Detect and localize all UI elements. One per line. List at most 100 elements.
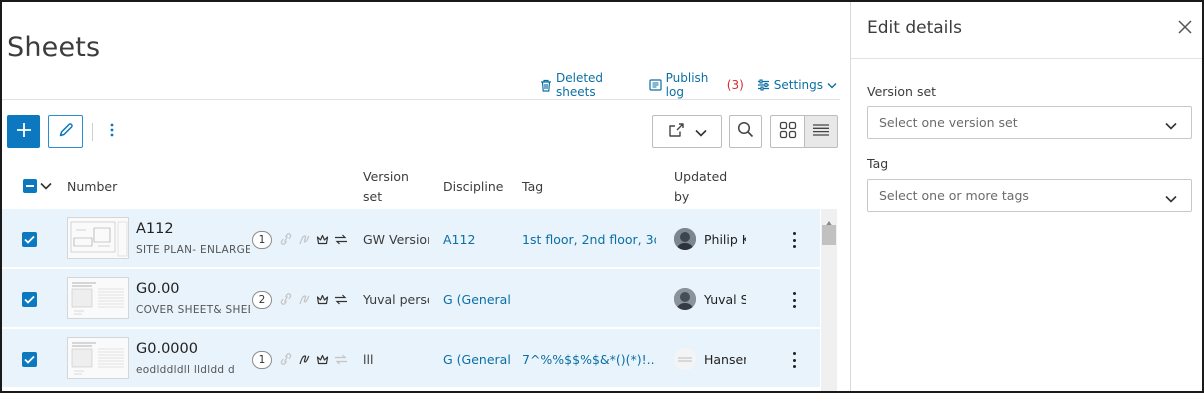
version-set-cell: lll [363, 352, 374, 367]
deleted-sheets-link[interactable]: Deleted sheets [540, 71, 636, 99]
sheet-number[interactable]: G0.0000 [136, 341, 198, 357]
sheets-table-body: A112 SITE PLAN- ENLARGED 1 GW Version Se… [2, 209, 820, 391]
row-checkbox[interactable] [22, 292, 37, 307]
settings-label: Settings [773, 78, 823, 92]
discipline-cell[interactable]: G (General) [443, 352, 511, 367]
edit-button[interactable] [48, 115, 83, 148]
export-button[interactable] [652, 115, 722, 148]
compare-icon [334, 293, 348, 308]
sliders-icon [757, 79, 770, 91]
row-menu-button[interactable] [788, 349, 800, 371]
version-set-cell: GW Version Set [363, 232, 429, 247]
compare-icon [334, 233, 348, 248]
discipline-cell[interactable]: A112 [443, 232, 511, 247]
column-header-discipline[interactable]: Discipline [443, 177, 503, 197]
version-count-badge[interactable]: 1 [252, 231, 272, 249]
publish-log-icon [649, 79, 662, 91]
markup-icon [298, 293, 311, 309]
share-icon [668, 122, 685, 142]
markup-icon [298, 233, 311, 249]
crown-icon [316, 293, 329, 308]
header-divider [2, 99, 840, 100]
sheet-number[interactable]: A112 [136, 221, 174, 237]
sheet-thumbnail[interactable] [67, 337, 129, 379]
scrollbar-thumb[interactable] [822, 225, 836, 245]
add-sheet-button[interactable] [7, 115, 40, 148]
search-button[interactable] [729, 115, 762, 148]
chevron-down-icon [827, 82, 837, 89]
deleted-sheets-label: Deleted sheets [556, 71, 604, 99]
column-header-number[interactable]: Number [67, 177, 117, 197]
crown-icon [316, 233, 329, 248]
column-header-updated-by[interactable]: Updated by [674, 167, 727, 207]
chevron-down-icon [694, 122, 707, 141]
sheet-title: eodlddldll lldldd d [136, 364, 236, 376]
chevron-down-icon [40, 178, 52, 193]
trash-icon [540, 79, 552, 92]
close-icon [1177, 20, 1193, 39]
column-header-tag[interactable]: Tag [522, 177, 543, 197]
list-view-button[interactable] [804, 115, 838, 148]
avatar [674, 228, 696, 250]
column-header-version-set-line1: Version [363, 169, 409, 184]
sheet-thumbnail[interactable] [67, 217, 129, 259]
tag-placeholder: Select one or more tags [879, 188, 1029, 203]
select-all-checkbox[interactable] [23, 179, 37, 193]
grid-icon [779, 121, 797, 143]
row-checkbox[interactable] [22, 352, 37, 367]
version-set-cell: Yuval personal [363, 292, 429, 307]
column-header-version-set-line2: set [363, 189, 383, 204]
table-scrollbar[interactable] [821, 209, 837, 391]
select-menu-chevron[interactable] [40, 178, 52, 193]
version-set-label: Version set [867, 84, 937, 99]
more-actions-button[interactable] [102, 117, 122, 147]
sheet-title: COVER SHEET& SHEET INDEX [136, 304, 250, 316]
crown-icon [316, 353, 329, 368]
row-checkbox[interactable] [22, 232, 37, 247]
avatar [674, 288, 696, 310]
table-row[interactable]: A112 SITE PLAN- ENLARGED 1 GW Version Se… [2, 209, 820, 268]
link-icon [279, 293, 293, 308]
column-header-updated-by-line2: by [674, 189, 690, 204]
table-header: Number Version set Discipline Tag Update… [2, 162, 820, 208]
column-header-version-set[interactable]: Version set [363, 167, 409, 207]
grid-view-button[interactable] [770, 115, 804, 148]
updated-by-cell: Yuval Shani [704, 292, 746, 307]
table-row[interactable]: G0.00 COVER SHEET& SHEET INDEX 2 Yuval p… [2, 269, 820, 328]
sheet-thumbnail[interactable] [67, 277, 129, 319]
chevron-down-icon [1165, 118, 1177, 133]
avatar [674, 348, 696, 370]
row-menu-button[interactable] [788, 289, 800, 311]
sheet-number[interactable]: G0.00 [136, 281, 180, 297]
app-frame: Sheets Deleted sheets Publish log (3) Se [0, 0, 1204, 393]
sheets-main: Sheets Deleted sheets Publish log (3) Se [2, 2, 850, 391]
version-set-placeholder: Select one version set [879, 115, 1018, 130]
publish-log-link[interactable]: Publish log (3) [649, 71, 744, 99]
list-icon [812, 122, 830, 141]
tag-label: Tag [867, 156, 889, 171]
publish-log-label: Publish log [665, 71, 709, 99]
search-icon [737, 121, 754, 142]
toolbar-divider [92, 123, 93, 141]
discipline-cell[interactable]: G (General) [443, 292, 511, 307]
settings-link[interactable]: Settings [757, 78, 837, 92]
table-row[interactable]: G0.0000 eodlddldll lldldd d 1 lll G (Gen… [2, 329, 820, 388]
publish-log-count: (3) [726, 78, 744, 92]
sheet-title: SITE PLAN- ENLARGED [136, 244, 250, 256]
page-title: Sheets [7, 32, 101, 63]
version-set-select[interactable]: Select one version set [867, 106, 1192, 139]
column-header-updated-by-line1: Updated [674, 169, 728, 184]
row-menu-button[interactable] [788, 229, 800, 251]
link-icon [279, 353, 293, 368]
version-count-badge[interactable]: 2 [252, 291, 272, 309]
tag-cell[interactable]: 1st floor, 2nd floor, 3d [522, 232, 656, 247]
version-count-badge[interactable]: 1 [252, 351, 272, 369]
link-icon [279, 233, 293, 248]
tag-cell[interactable]: 7^%%$$%$&*()(*)!... [522, 352, 656, 367]
close-button[interactable] [1177, 19, 1193, 35]
plus-icon [16, 122, 32, 142]
updated-by-cell: Philip Kerr [704, 232, 746, 247]
panel-divider [851, 58, 1202, 59]
top-links: Deleted sheets Publish log (3) Settings [540, 71, 850, 99]
tag-select[interactable]: Select one or more tags [867, 179, 1192, 212]
